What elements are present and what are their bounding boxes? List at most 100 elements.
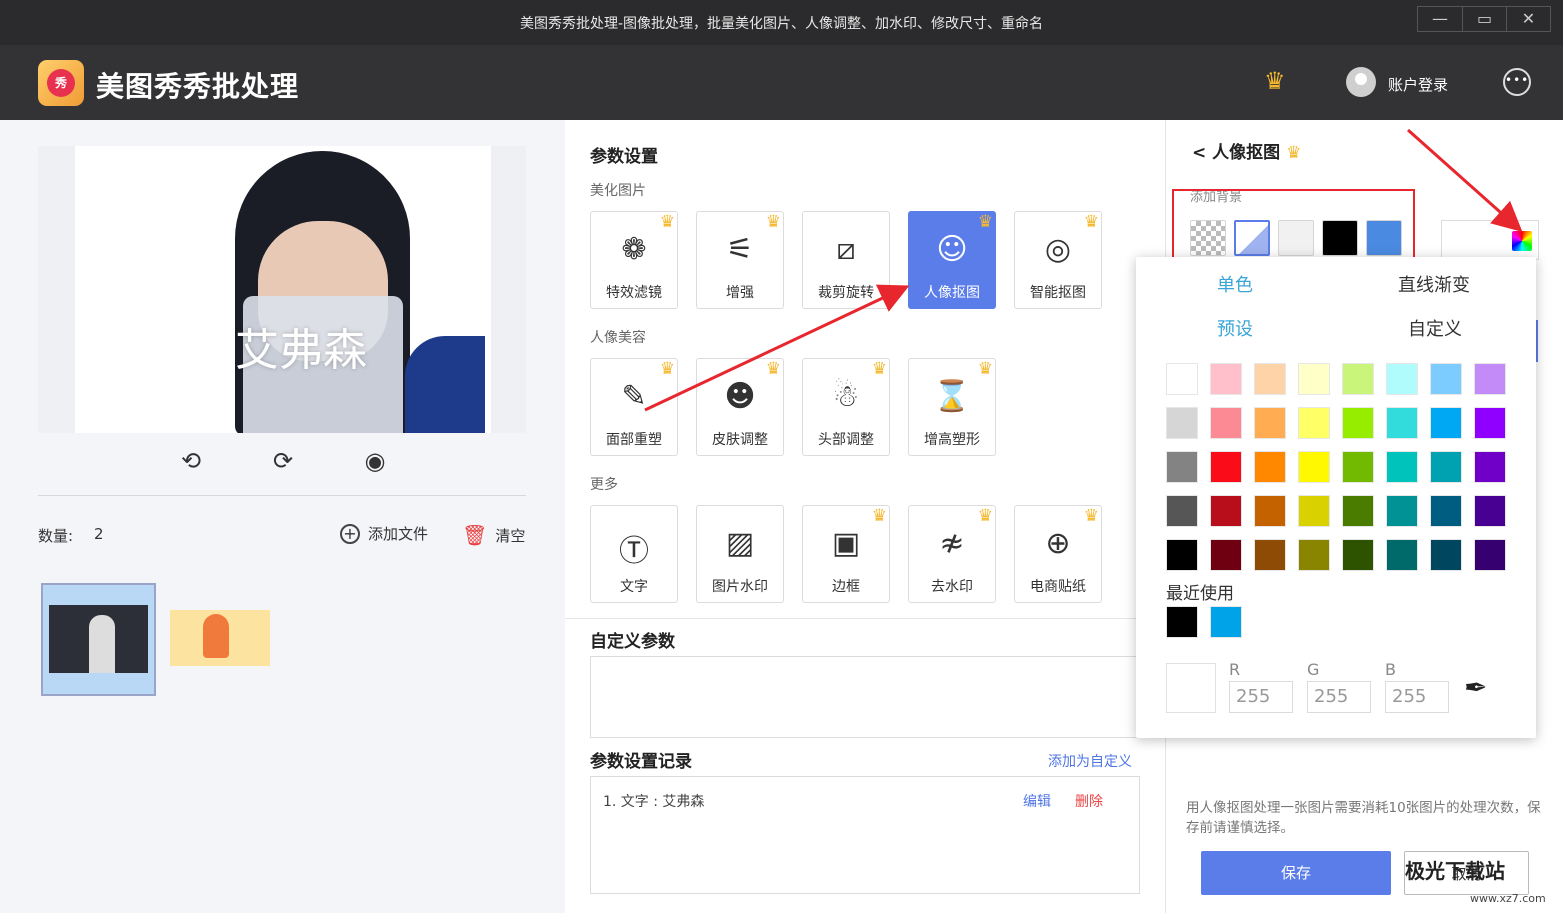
rotate-left-icon[interactable]: ⟲: [172, 447, 210, 479]
color-swatch[interactable]: [1386, 451, 1418, 483]
color-swatch[interactable]: [1298, 407, 1330, 439]
color-swatch[interactable]: [1298, 363, 1330, 395]
color-swatch[interactable]: [1166, 407, 1198, 439]
file-thumbnail-1[interactable]: [41, 583, 156, 696]
color-swatch[interactable]: [1342, 539, 1374, 571]
card-head-adjust[interactable]: ♛ ☃ 头部调整: [802, 358, 890, 456]
custom-color-box[interactable]: [1441, 220, 1539, 260]
custom-params-title: 自定义参数: [590, 632, 675, 652]
color-swatch[interactable]: [1210, 451, 1242, 483]
color-swatch[interactable]: [1430, 451, 1462, 483]
filter-icon: ❁: [621, 232, 647, 267]
tab-solid[interactable]: 单色: [1217, 271, 1253, 297]
eyedropper-icon[interactable]: ✒: [1464, 671, 1487, 704]
recent-colors: [1166, 606, 1242, 638]
color-swatch[interactable]: [1474, 363, 1506, 395]
color-swatch[interactable]: [1210, 539, 1242, 571]
card-enhance[interactable]: ♛ ⚟ 增强: [696, 211, 784, 309]
card-remove-watermark[interactable]: ♛ ≉ 去水印: [908, 505, 996, 603]
color-swatch[interactable]: [1474, 539, 1506, 571]
record-edit-link[interactable]: 编辑: [1023, 791, 1051, 811]
color-swatch[interactable]: [1166, 451, 1198, 483]
color-wheel-icon[interactable]: [1512, 231, 1532, 251]
app-title: 美图秀秀批处理: [96, 70, 300, 103]
tab-linear-gradient[interactable]: 直线渐变: [1398, 271, 1470, 297]
color-swatch[interactable]: [1430, 363, 1462, 395]
color-swatch[interactable]: [1298, 451, 1330, 483]
color-swatch[interactable]: [1342, 495, 1374, 527]
color-swatch[interactable]: [1430, 495, 1462, 527]
card-text[interactable]: Ⓣ 文字: [590, 505, 678, 603]
preview-eye-icon[interactable]: ◉: [356, 447, 394, 479]
color-swatch[interactable]: [1254, 363, 1286, 395]
tab-custom[interactable]: 自定义: [1408, 315, 1462, 341]
add-file-button[interactable]: + 添加文件: [340, 523, 428, 544]
card-ecommerce-sticker[interactable]: ♛ ⊕ 电商贴纸: [1014, 505, 1102, 603]
minimize-button[interactable]: —: [1418, 7, 1462, 31]
card-smart-cutout[interactable]: ♛ ◎ 智能抠图: [1014, 211, 1102, 309]
card-face-reshape[interactable]: ♛ ✎ 面部重塑: [590, 358, 678, 456]
color-swatch[interactable]: [1210, 407, 1242, 439]
tab-preset[interactable]: 预设: [1217, 315, 1253, 341]
card-body-shape[interactable]: ♛ ⌛ 增高塑形: [908, 358, 996, 456]
color-swatch[interactable]: [1342, 407, 1374, 439]
card-portrait-cutout[interactable]: ♛ ☺ 人像抠图: [908, 211, 996, 309]
color-swatch[interactable]: [1254, 407, 1286, 439]
save-button[interactable]: 保存: [1201, 851, 1391, 895]
close-button[interactable]: ✕: [1506, 7, 1550, 31]
clear-button[interactable]: 🗑 清空: [462, 523, 525, 547]
color-swatch[interactable]: [1254, 539, 1286, 571]
color-swatch[interactable]: [1342, 363, 1374, 395]
file-count-label: 数量:: [38, 527, 74, 545]
crown-icon: ♛: [977, 212, 993, 232]
color-swatch[interactable]: [1386, 495, 1418, 527]
file-thumbnail-2[interactable]: [170, 610, 270, 666]
avatar-icon[interactable]: [1346, 67, 1376, 97]
color-swatch[interactable]: [1298, 495, 1330, 527]
login-link[interactable]: 账户登录: [1388, 74, 1448, 95]
card-label: 文字: [620, 579, 648, 595]
color-swatch[interactable]: [1210, 363, 1242, 395]
maximize-button[interactable]: ▭: [1462, 7, 1506, 31]
color-swatch[interactable]: [1430, 539, 1462, 571]
color-swatch[interactable]: [1254, 495, 1286, 527]
color-swatch[interactable]: [1166, 539, 1198, 571]
vip-crown-icon[interactable]: ♛: [1264, 67, 1286, 95]
g-input[interactable]: 255: [1307, 681, 1371, 713]
color-swatch[interactable]: [1342, 451, 1374, 483]
portrait-section-label: 人像美容: [590, 330, 646, 346]
b-input[interactable]: 255: [1385, 681, 1449, 713]
rotate-right-icon[interactable]: ⟳: [264, 447, 302, 479]
record-delete-link[interactable]: 删除: [1075, 791, 1103, 811]
app-logo-icon: 秀: [38, 60, 84, 106]
card-skin-adjust[interactable]: ♛ ☻ 皮肤调整: [696, 358, 784, 456]
color-swatch[interactable]: [1254, 451, 1286, 483]
color-swatch[interactable]: [1166, 495, 1198, 527]
card-filter[interactable]: ♛ ❁ 特效滤镜: [590, 211, 678, 309]
color-swatch[interactable]: [1210, 495, 1242, 527]
b-label: B: [1385, 660, 1396, 679]
color-swatch[interactable]: [1474, 451, 1506, 483]
thumbnail-image: [49, 605, 148, 673]
card-crop-rotate[interactable]: ⧄ 裁剪旋转: [802, 211, 890, 309]
recent-color-swatch[interactable]: [1166, 606, 1198, 638]
color-swatch[interactable]: [1386, 363, 1418, 395]
card-border[interactable]: ♛ ▣ 边框: [802, 505, 890, 603]
color-grid: [1166, 363, 1506, 571]
color-swatch[interactable]: [1474, 495, 1506, 527]
records-title: 参数设置记录: [590, 752, 692, 772]
r-input[interactable]: 255: [1229, 681, 1293, 713]
site-watermark-url: www.xz7.com: [1470, 892, 1546, 905]
recent-color-swatch[interactable]: [1210, 606, 1242, 638]
color-swatch[interactable]: [1166, 363, 1198, 395]
color-swatch[interactable]: [1430, 407, 1462, 439]
color-swatch[interactable]: [1386, 407, 1418, 439]
app-header: 秀 美图秀秀批处理 ♛ 账户登录 •••: [0, 45, 1563, 120]
card-image-watermark[interactable]: ▨ 图片水印: [696, 505, 784, 603]
more-menu-icon[interactable]: •••: [1503, 68, 1531, 96]
color-swatch[interactable]: [1474, 407, 1506, 439]
add-as-custom-link[interactable]: 添加为自定义: [1048, 751, 1132, 771]
back-title[interactable]: < 人像抠图 ♛: [1192, 138, 1301, 163]
color-swatch[interactable]: [1386, 539, 1418, 571]
color-swatch[interactable]: [1298, 539, 1330, 571]
